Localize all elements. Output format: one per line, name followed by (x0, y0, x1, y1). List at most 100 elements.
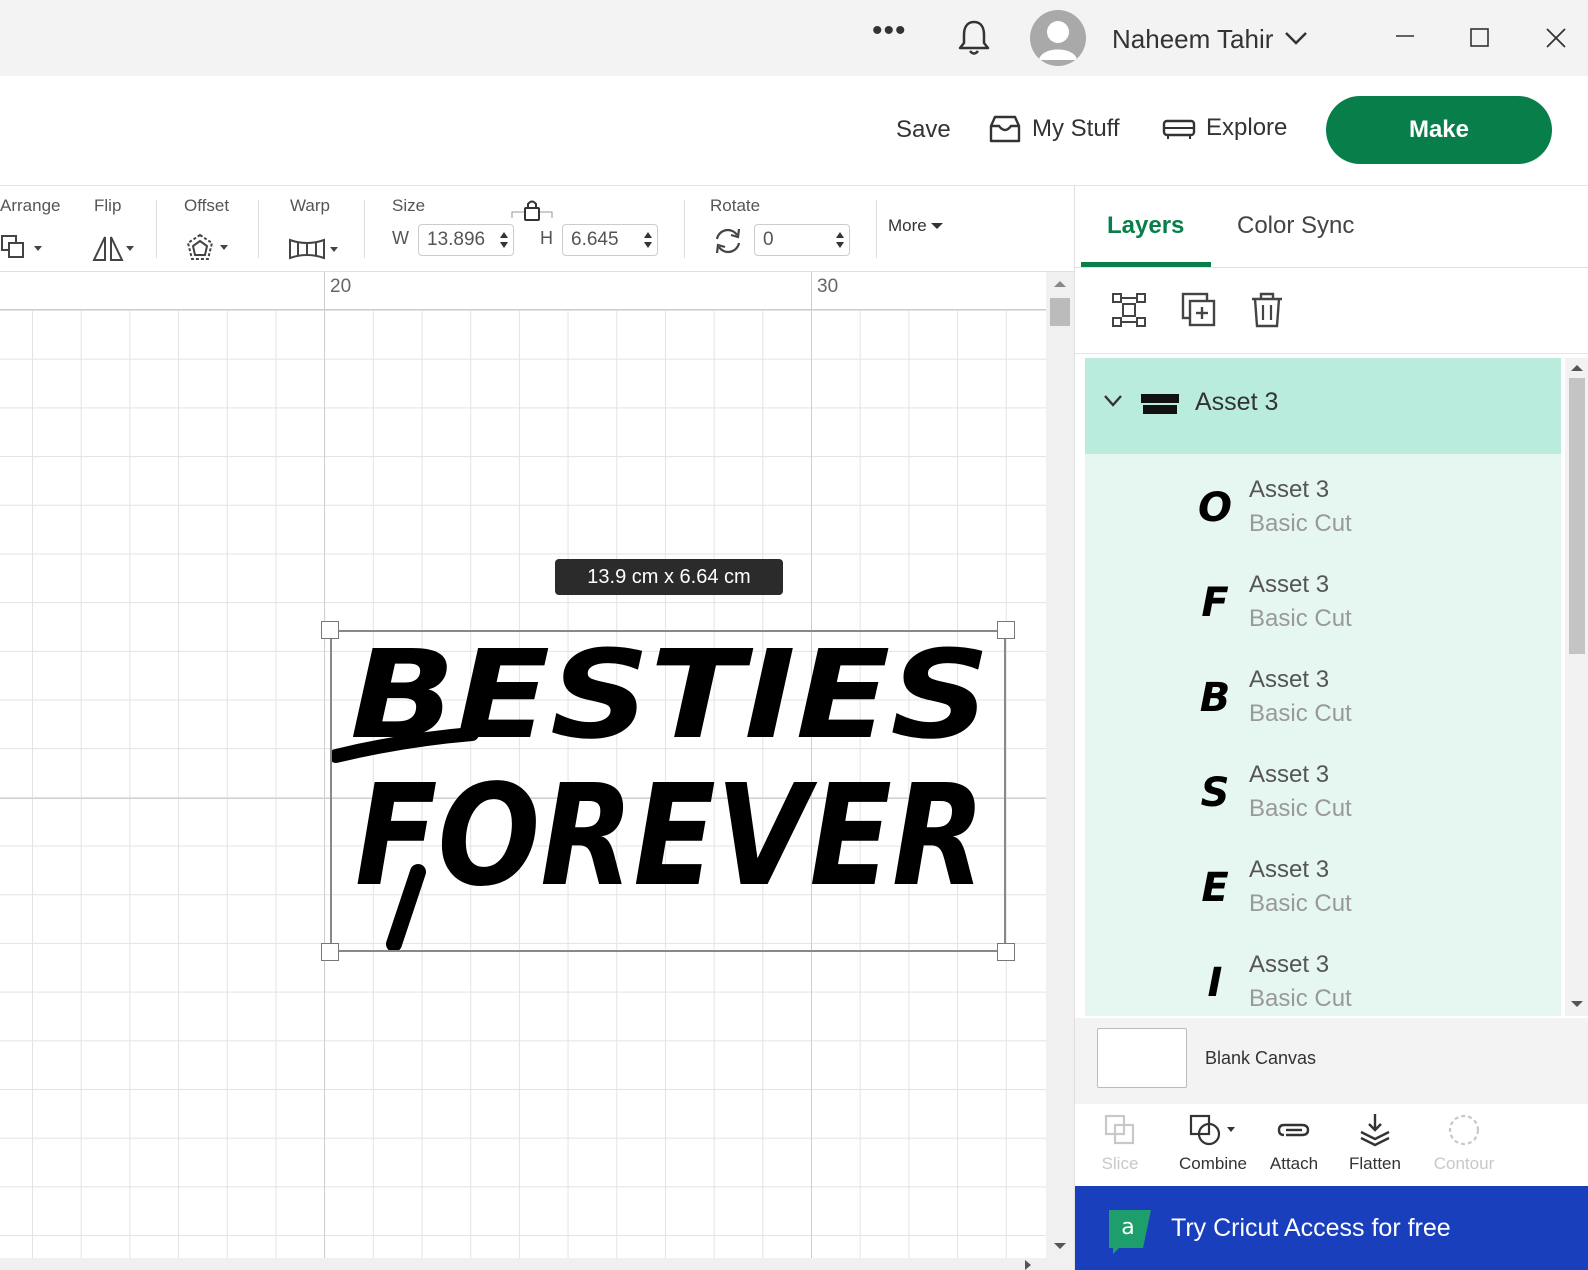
scroll-thumb[interactable] (1569, 378, 1585, 654)
tab-layers[interactable]: Layers (1107, 212, 1184, 240)
height-value: 6.645 (571, 229, 619, 250)
flatten-label: Flatten (1349, 1154, 1401, 1173)
scroll-down-icon[interactable] (1571, 1000, 1583, 1008)
width-input[interactable]: 13.896 (418, 224, 514, 256)
active-tab-indicator (1081, 262, 1211, 267)
chevron-down-icon[interactable] (1284, 28, 1308, 48)
offset-icon[interactable] (184, 232, 236, 264)
group-thumbnail (1141, 394, 1179, 414)
size-label: Size (392, 196, 426, 215)
blank-canvas-label: Blank Canvas (1205, 1048, 1317, 1068)
duplicate-icon[interactable] (1179, 290, 1219, 330)
resize-handle[interactable] (997, 943, 1015, 961)
panel-tabs: Layers Color Sync (1075, 186, 1588, 268)
height-input[interactable]: 6.645 (562, 224, 658, 256)
user-name[interactable]: Naheem Tahir (1112, 24, 1273, 55)
scroll-thumb[interactable] (1050, 298, 1070, 326)
trash-icon[interactable] (1247, 290, 1287, 330)
canvas-swatch[interactable] (1097, 1028, 1187, 1088)
lock-icon[interactable] (510, 198, 554, 224)
list-item[interactable]: O Asset 3 Basic Cut (1085, 462, 1561, 557)
title-bar: ••• Naheem Tahir (0, 0, 1588, 76)
chevron-down-icon[interactable] (1103, 394, 1123, 408)
save-button[interactable]: Save (896, 116, 951, 144)
height-stepper-icon[interactable] (643, 229, 653, 251)
list-item[interactable]: S Asset 3 Basic Cut (1085, 747, 1561, 842)
list-item[interactable]: I Asset 3 Basic Cut (1085, 937, 1561, 1016)
layer-group-row[interactable]: Asset 3 (1085, 358, 1561, 454)
close-icon[interactable] (1538, 20, 1574, 56)
flatten-button[interactable]: Flatten (1330, 1112, 1420, 1174)
list-item[interactable]: E Asset 3 Basic Cut (1085, 842, 1561, 937)
layer-tools: Slice Combine Attach Flatten Contour (1075, 1104, 1588, 1186)
arrange-icon[interactable] (0, 234, 46, 262)
make-button[interactable]: Make (1326, 96, 1552, 164)
layer-type: Basic Cut (1249, 985, 1352, 1012)
minimize-icon[interactable] (1388, 20, 1424, 56)
promo-label: Try Cricut Access for free (1171, 1214, 1451, 1242)
cricut-machine-icon (1162, 119, 1196, 139)
contour-icon (1448, 1114, 1480, 1146)
layers-scrollbar[interactable] (1565, 358, 1588, 1016)
layer-thumbnail: E (1201, 865, 1229, 911)
group-icon[interactable] (1109, 290, 1149, 330)
cricut-access-logo-icon: a (1109, 1210, 1151, 1254)
warp-icon[interactable] (288, 234, 344, 264)
flatten-icon (1360, 1114, 1390, 1147)
contour-button[interactable]: Contour (1419, 1112, 1509, 1174)
list-item[interactable]: F Asset 3 Basic Cut (1085, 557, 1561, 652)
combine-label: Combine (1178, 1154, 1248, 1173)
flip-label: Flip (94, 196, 122, 215)
width-label: W (392, 228, 409, 248)
list-item[interactable]: B Asset 3 Basic Cut (1085, 652, 1561, 747)
canvas-horizontal-scrollbar[interactable] (0, 1258, 1074, 1270)
my-stuff-label: My Stuff (1032, 115, 1120, 142)
attach-button[interactable]: Attach (1249, 1112, 1339, 1174)
edit-toolbar: Arrange Flip Offset Warp Size W 13.896 H… (0, 186, 1074, 272)
avatar[interactable] (1030, 10, 1086, 66)
design-canvas[interactable]: 20 30 13.9 cm x 6.64 cm BESTIES FOREVER (0, 272, 1046, 1258)
scroll-up-icon[interactable] (1571, 364, 1583, 372)
layer-thumbnail: F (1201, 580, 1229, 626)
svg-text:a: a (1121, 1215, 1134, 1240)
height-label: H (540, 228, 553, 248)
slice-button[interactable]: Slice (1075, 1112, 1165, 1174)
tab-color-sync[interactable]: Color Sync (1237, 212, 1354, 240)
layer-thumbnail: B (1199, 675, 1231, 721)
cricut-access-banner[interactable]: a Try Cricut Access for free (1075, 1186, 1588, 1270)
flip-icon[interactable] (92, 234, 140, 264)
arrange-label: Arrange (0, 196, 61, 215)
bell-icon[interactable] (956, 18, 992, 58)
scroll-down-icon[interactable] (1054, 1242, 1066, 1250)
horizontal-ruler: 20 30 (0, 272, 1046, 310)
width-stepper-icon[interactable] (499, 229, 509, 251)
width-value: 13.896 (427, 229, 486, 250)
maximize-icon[interactable] (1462, 20, 1498, 56)
layer-actions (1075, 268, 1588, 354)
ruler-mark-20: 20 (330, 276, 352, 297)
resize-handle[interactable] (321, 621, 339, 639)
slice-label: Slice (1101, 1154, 1139, 1173)
canvas-vertical-scrollbar[interactable] (1046, 272, 1074, 1258)
explore-button[interactable]: Explore (1162, 114, 1287, 142)
layer-name: Asset 3 (1249, 951, 1330, 978)
layers-panel: Layers Color Sync Asset 3 O Asset 3 Basi… (1074, 186, 1588, 1270)
layer-name: Asset 3 (1249, 761, 1330, 788)
attach-label: Attach (1269, 1154, 1319, 1173)
more-options-button[interactable]: ••• (872, 14, 907, 48)
offset-label: Offset (184, 196, 230, 215)
rotate-stepper-icon[interactable] (835, 229, 845, 251)
warp-label: Warp (290, 196, 330, 215)
inbox-icon (989, 115, 1021, 143)
layer-thumbnail: I (1207, 960, 1223, 1006)
resize-handle[interactable] (321, 943, 339, 961)
scroll-right-icon[interactable] (1024, 1260, 1032, 1270)
more-dropdown[interactable]: More (888, 216, 943, 236)
resize-handle[interactable] (997, 621, 1015, 639)
blank-canvas-row[interactable]: Blank Canvas (1075, 1018, 1588, 1104)
layer-name: Asset 3 (1249, 666, 1330, 693)
my-stuff-button[interactable]: My Stuff (988, 114, 1120, 144)
layer-type: Basic Cut (1249, 700, 1352, 727)
scroll-up-icon[interactable] (1054, 280, 1066, 288)
rotate-input[interactable]: 0 (754, 224, 850, 256)
